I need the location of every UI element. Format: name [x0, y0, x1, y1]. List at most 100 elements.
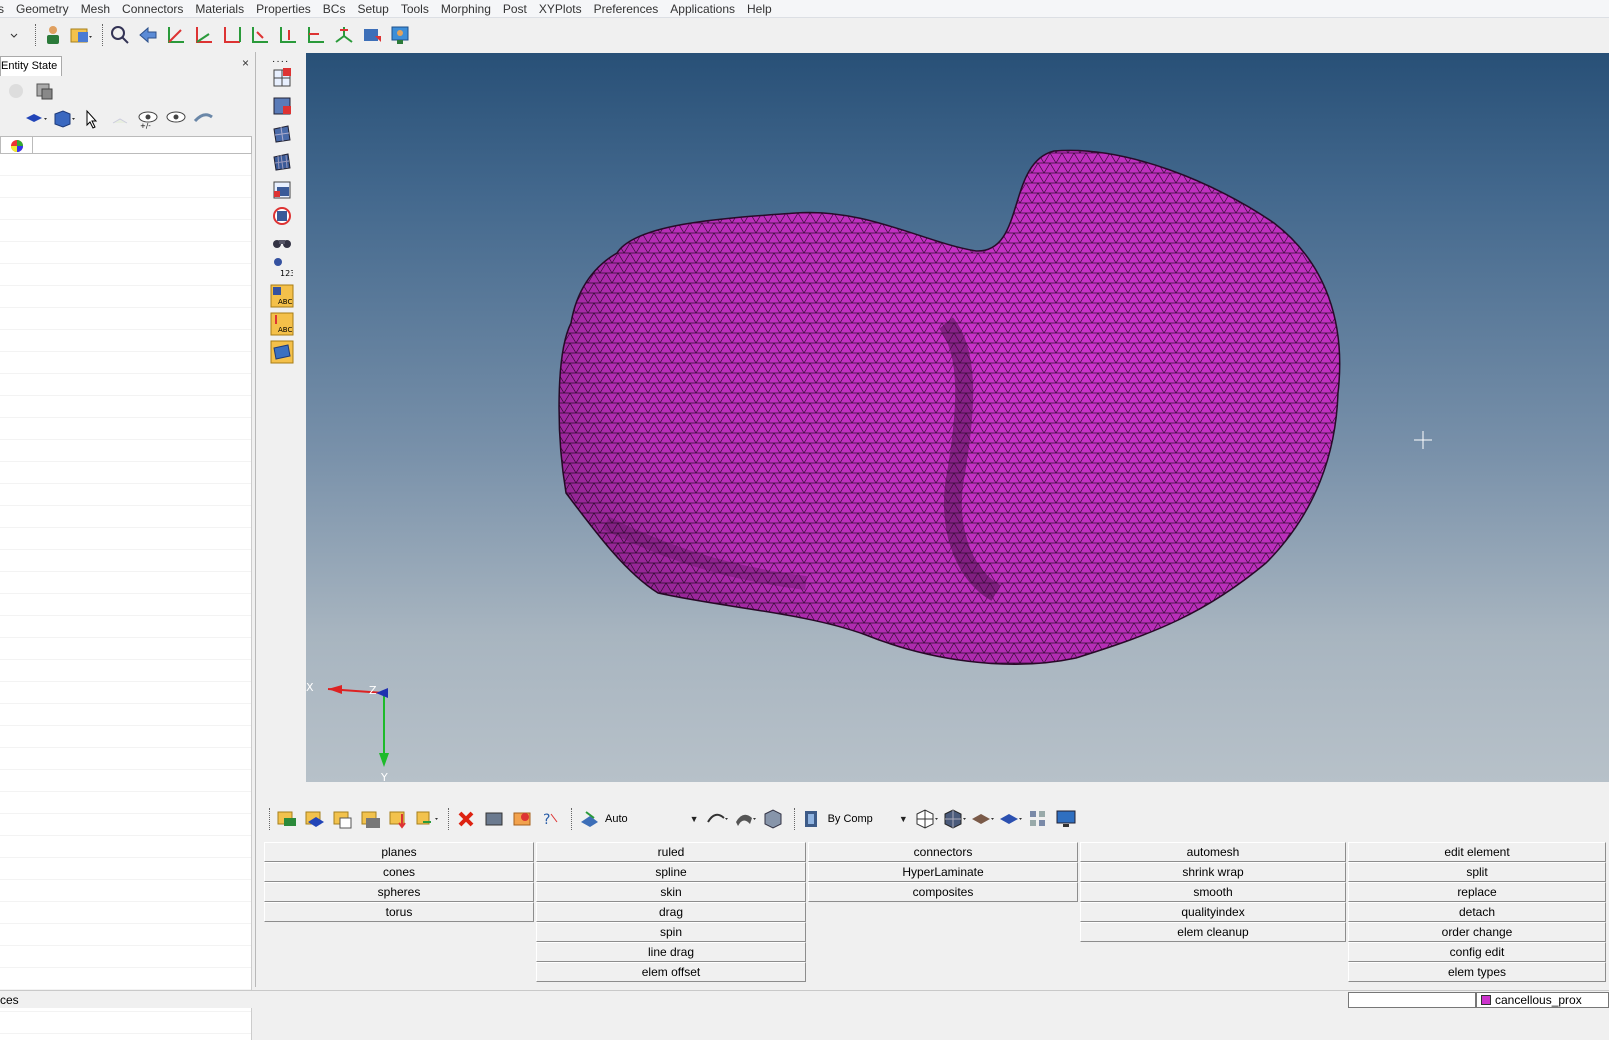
menu-item-help[interactable]: Help — [741, 2, 778, 16]
shaded-surface-icon[interactable] — [733, 807, 757, 831]
loadcols-icon[interactable] — [387, 807, 411, 831]
panel-button-automesh[interactable]: automesh — [1080, 842, 1346, 862]
panel-button-drag[interactable]: drag — [536, 902, 806, 922]
shaded-cube-icon[interactable] — [942, 807, 966, 831]
menu-item-morphing[interactable]: Morphing — [435, 2, 497, 16]
view-axis-z-icon[interactable] — [220, 23, 244, 47]
show-eye-icon[interactable] — [164, 107, 188, 131]
panel-button-edit-element[interactable]: edit element — [1348, 842, 1606, 862]
menu-item-bcs[interactable]: BCs — [317, 2, 352, 16]
view-axis-y-icon[interactable] — [192, 23, 216, 47]
panel-button-line-drag[interactable]: line drag — [536, 942, 806, 962]
database-icon[interactable] — [32, 79, 56, 103]
plane-blue-icon[interactable] — [998, 807, 1022, 831]
reverse-arrow-icon[interactable] — [192, 107, 216, 131]
numbers-icon[interactable]: 123 — [270, 256, 294, 280]
element-grid-icon[interactable] — [1026, 807, 1050, 831]
label-abc-red-icon[interactable]: ABC — [270, 312, 294, 336]
view-axis-x-icon[interactable] — [164, 23, 188, 47]
element-check-icon[interactable] — [270, 178, 294, 202]
panel-button-spin[interactable]: spin — [536, 922, 806, 942]
panel-button-order-change[interactable]: order change — [1348, 922, 1606, 942]
by-comp-dropdown-arrow-icon[interactable]: ▼ — [899, 814, 908, 824]
menu-item-preferences[interactable]: Preferences — [588, 2, 665, 16]
panel-button-spline[interactable]: spline — [536, 862, 806, 882]
menu-item-s[interactable]: s — [0, 2, 10, 16]
components-icon[interactable] — [275, 807, 299, 831]
label-abc-icon[interactable]: ABC — [270, 284, 294, 308]
view-side-right-icon[interactable] — [276, 23, 300, 47]
panel-button-shrink-wrap[interactable]: shrink wrap — [1080, 862, 1346, 882]
assemblies-icon[interactable] — [303, 807, 327, 831]
current-component[interactable]: cancellous_prox — [1476, 992, 1609, 1008]
panel-button-torus[interactable]: torus — [264, 902, 534, 922]
view-side-left-icon[interactable] — [248, 23, 272, 47]
zoom-icon[interactable] — [108, 23, 132, 47]
panel-button-spheres[interactable]: spheres — [264, 882, 534, 902]
bone-mesh[interactable] — [558, 149, 1341, 665]
menu-item-xyplots[interactable]: XYPlots — [533, 2, 588, 16]
renumber-icon[interactable] — [510, 807, 534, 831]
component-view-icon[interactable] — [24, 107, 48, 131]
menu-item-geometry[interactable]: Geometry — [10, 2, 75, 16]
sphere-clip-icon[interactable] — [270, 204, 294, 228]
menu-item-properties[interactable]: Properties — [250, 2, 317, 16]
panel-button-skin[interactable]: skin — [536, 882, 806, 902]
user-profile-icon[interactable] — [41, 23, 65, 47]
graphics-viewport[interactable]: X Z Y — [306, 53, 1609, 782]
entity-list[interactable] — [0, 154, 252, 1040]
plane-shaded-icon[interactable] — [970, 807, 994, 831]
panel-button-replace[interactable]: replace — [1348, 882, 1606, 902]
panel-button-hyperlaminate[interactable]: HyperLaminate — [808, 862, 1078, 882]
shaded-mesh-icon[interactable] — [270, 150, 294, 174]
mesh-display-icon[interactable] — [270, 122, 294, 146]
mask-entity-icon[interactable] — [270, 94, 294, 118]
panel-button-elem-cleanup[interactable]: elem cleanup — [1080, 922, 1346, 942]
panel-button-ruled[interactable]: ruled — [536, 842, 806, 862]
materials-icon[interactable] — [331, 807, 355, 831]
cursor-select-icon[interactable] — [80, 107, 104, 131]
view-isometric-icon[interactable] — [332, 23, 356, 47]
menu-item-setup[interactable]: Setup — [351, 2, 394, 16]
menu-item-connectors[interactable]: Connectors — [116, 2, 189, 16]
organize-icon[interactable] — [415, 807, 439, 831]
close-panel-button[interactable]: × — [242, 56, 249, 70]
mesh-canvas[interactable]: X Z Y — [306, 53, 1609, 782]
wireframe-cube-icon[interactable] — [914, 807, 938, 831]
by-comp-color-icon[interactable] — [800, 807, 824, 831]
back-arrow-icon[interactable] — [136, 23, 160, 47]
panel-button-elem-offset[interactable]: elem offset — [536, 962, 806, 982]
panel-button-qualityindex[interactable]: qualityindex — [1080, 902, 1346, 922]
box-shaded-icon[interactable] — [761, 807, 785, 831]
open-folder-icon[interactable] — [69, 23, 93, 47]
panel-button-composites[interactable]: composites — [808, 882, 1078, 902]
panel-button-smooth[interactable]: smooth — [1080, 882, 1346, 902]
show-hide-eye-icon[interactable]: +/- — [136, 107, 160, 131]
cube-view-icon[interactable] — [52, 107, 76, 131]
plane-view-icon[interactable] — [270, 340, 294, 364]
presentation-icon[interactable] — [388, 23, 412, 47]
monitor-icon[interactable] — [1054, 807, 1078, 831]
dropdown-arrow-icon[interactable] — [2, 23, 26, 47]
tab-entity-state[interactable]: Entity State — [0, 56, 62, 76]
panel-button-split[interactable]: split — [1348, 862, 1606, 882]
menu-item-materials[interactable]: Materials — [189, 2, 250, 16]
help-pointer-icon[interactable]: ? — [538, 807, 562, 831]
menu-item-applications[interactable]: Applications — [664, 2, 741, 16]
menu-item-mesh[interactable]: Mesh — [75, 2, 116, 16]
color-column-icon[interactable] — [1, 137, 33, 155]
panel-button-detach[interactable]: detach — [1348, 902, 1606, 922]
auto-color-icon[interactable] — [577, 807, 601, 831]
reject-icon[interactable] — [482, 807, 506, 831]
camera-icon[interactable] — [360, 23, 384, 47]
delete-x-icon[interactable] — [454, 807, 478, 831]
panel-button-elem-types[interactable]: elem types — [1348, 962, 1606, 982]
by-comp-label[interactable]: By Comp — [828, 813, 873, 825]
auto-dropdown-arrow-icon[interactable]: ▼ — [690, 814, 699, 824]
properties-icon[interactable] — [359, 807, 383, 831]
view-front-icon[interactable] — [304, 23, 328, 47]
panel-button-config-edit[interactable]: config edit — [1348, 942, 1606, 962]
menu-item-tools[interactable]: Tools — [395, 2, 435, 16]
menu-item-post[interactable]: Post — [497, 2, 533, 16]
delete-entity-icon[interactable] — [270, 66, 294, 90]
